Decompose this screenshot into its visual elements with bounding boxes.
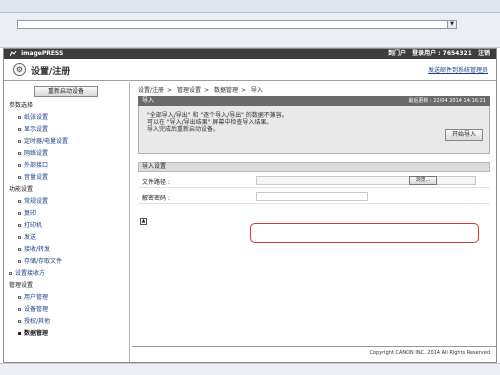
- sidebar-item-device-management[interactable]: 设备管理: [4, 304, 129, 316]
- panel-title: 导入: [142, 97, 155, 104]
- sidebar-item-data-management[interactable]: 数据管理: [4, 328, 129, 340]
- bullet-icon: [18, 212, 21, 215]
- sidebar-item-display[interactable]: 显示设置: [4, 124, 129, 136]
- bullet-icon: [18, 308, 21, 311]
- logged-user: 登录用户 : 7654321: [412, 50, 472, 57]
- browser-titlebar: [0, 0, 500, 13]
- logout-link[interactable]: 注销: [478, 50, 490, 57]
- breadcrumb-import: 导入: [250, 87, 263, 94]
- bullet-icon: [18, 176, 21, 179]
- info-line: 可以在 "导入/导出结果" 屏幕中检查导入结果。: [147, 119, 273, 126]
- highlight-annotation: [250, 223, 479, 243]
- bullet-icon: [9, 272, 12, 275]
- decrypt-password-input[interactable]: [256, 192, 368, 201]
- sidebar-item-copy[interactable]: 复印: [4, 208, 129, 220]
- file-path-label: 文件路径 :: [142, 179, 170, 186]
- sidebar-item-network[interactable]: 网络设置: [4, 148, 129, 160]
- bullet-icon: [18, 200, 21, 203]
- bullet-icon: [18, 116, 21, 119]
- sidebar-nav: 参数选择 纸张设置 显示设置 定时器/电量设置 网络设置 外部接口 音量设置 功…: [4, 100, 129, 340]
- browse-button[interactable]: 浏览...: [409, 176, 437, 185]
- page-title-bar: ⚙ 设置/注册 发送邮件到系统管理员: [4, 59, 496, 81]
- bullet-icon: [18, 152, 21, 155]
- bullet-icon: [18, 236, 21, 239]
- info-line: 导入完成后重新启动设备。: [147, 126, 220, 133]
- sidebar-item-user-management[interactable]: 用户管理: [4, 292, 129, 304]
- bullet-icon: [18, 164, 21, 167]
- bullet-icon: [18, 296, 21, 299]
- email-admin-link[interactable]: 发送邮件到系统管理员: [428, 65, 488, 74]
- bullet-icon: [18, 140, 21, 143]
- info-text: "全部导入/导出" 和 "逐个导入/导出" 的数据不兼容。 可以在 "导入/导出…: [147, 112, 288, 133]
- sidebar: 重新启动设备 参数选择 纸张设置 显示设置 定时器/电量设置 网络设置 外部接口…: [4, 82, 130, 362]
- sidebar-item-printer[interactable]: 打印机: [4, 220, 129, 232]
- back-to-top-icon[interactable]: ▲: [140, 218, 147, 225]
- start-import-button[interactable]: 开始导入: [445, 129, 483, 141]
- product-logo: imagePRESS: [10, 50, 63, 58]
- import-panel-header: 导入 最后更新 : 22/04 2014 14:16:21: [138, 96, 490, 106]
- info-line: "全部导入/导出" 和 "逐个导入/导出" 的数据不兼容。: [147, 112, 288, 119]
- sidebar-item-timer-energy[interactable]: 定时器/电量设置: [4, 136, 129, 148]
- bullet-icon: [18, 320, 21, 323]
- top-header: imagePRESS 到门户 登录用户 : 7654321 注销: [4, 49, 496, 59]
- breadcrumb-data-management[interactable]: 数据管理: [214, 87, 238, 94]
- import-settings-header: 导入设置: [138, 162, 490, 172]
- address-bar[interactable]: ▼: [17, 20, 457, 29]
- bullet-icon: [18, 248, 21, 251]
- page-title: 设置/注册: [31, 67, 71, 77]
- bullet-icon: [18, 260, 21, 263]
- gear-icon: ⚙: [13, 63, 26, 76]
- sidebar-item-send[interactable]: 发送: [4, 232, 129, 244]
- sidebar-item-paper[interactable]: 纸张设置: [4, 112, 129, 124]
- password-label: 解密密码 :: [142, 195, 170, 202]
- browser-toolbar: [0, 13, 500, 48]
- breadcrumb: 设置/注册 > 管理设置 > 数据管理 > 导入: [138, 87, 263, 94]
- sidebar-item-receiver[interactable]: 设置接收方: [4, 268, 129, 280]
- sidebar-item-store-access[interactable]: 存储/存取文件: [4, 256, 129, 268]
- portal-link[interactable]: 到门户: [388, 50, 406, 57]
- copyright: Copyright CANON INC. 2014 All Rights Res…: [369, 350, 490, 356]
- breadcrumb-management[interactable]: 管理设置: [177, 87, 201, 94]
- file-path-input[interactable]: [256, 176, 476, 185]
- bullet-icon: [18, 332, 21, 335]
- address-dropdown-icon[interactable]: ▼: [447, 21, 456, 28]
- nav-group-preferences: 参数选择: [9, 102, 34, 109]
- product-name: imagePRESS: [21, 50, 64, 57]
- bullet-icon: [18, 224, 21, 227]
- sidebar-item-external-interface[interactable]: 外部接口: [4, 160, 129, 172]
- footer: Copyright CANON INC. 2014 All Rights Res…: [132, 346, 496, 360]
- sidebar-item-general[interactable]: 常规设置: [4, 196, 129, 208]
- main-content: 设置/注册 > 管理设置 > 数据管理 > 导入 导入 最后更新 : 22/04 20…: [132, 82, 496, 362]
- sidebar-item-license-other[interactable]: 授权/其他: [4, 316, 129, 328]
- password-row: 解密密码 :: [138, 188, 490, 204]
- reboot-device-button[interactable]: 重新启动设备: [34, 86, 98, 97]
- last-update: 最后更新 : 22/04 2014 14:16:21: [408, 98, 486, 104]
- sidebar-item-volume[interactable]: 音量设置: [4, 172, 129, 184]
- remote-ui-page: imagePRESS 到门户 登录用户 : 7654321 注销 ⚙ 设置/注册…: [3, 48, 497, 363]
- import-info-box: "全部导入/导出" 和 "逐个导入/导出" 的数据不兼容。 可以在 "导入/导出…: [138, 106, 490, 154]
- canon-logo-icon: [10, 50, 17, 56]
- nav-group-function-settings: 功能设置: [9, 186, 34, 193]
- nav-group-management: 管理设置: [9, 282, 34, 289]
- breadcrumb-settings[interactable]: 设置/注册: [138, 87, 164, 94]
- file-path-row: 文件路径 : 浏览...: [138, 172, 490, 188]
- browser-status-bar: [0, 363, 500, 375]
- sidebar-item-receive-forward[interactable]: 接收/转发: [4, 244, 129, 256]
- bullet-icon: [18, 128, 21, 131]
